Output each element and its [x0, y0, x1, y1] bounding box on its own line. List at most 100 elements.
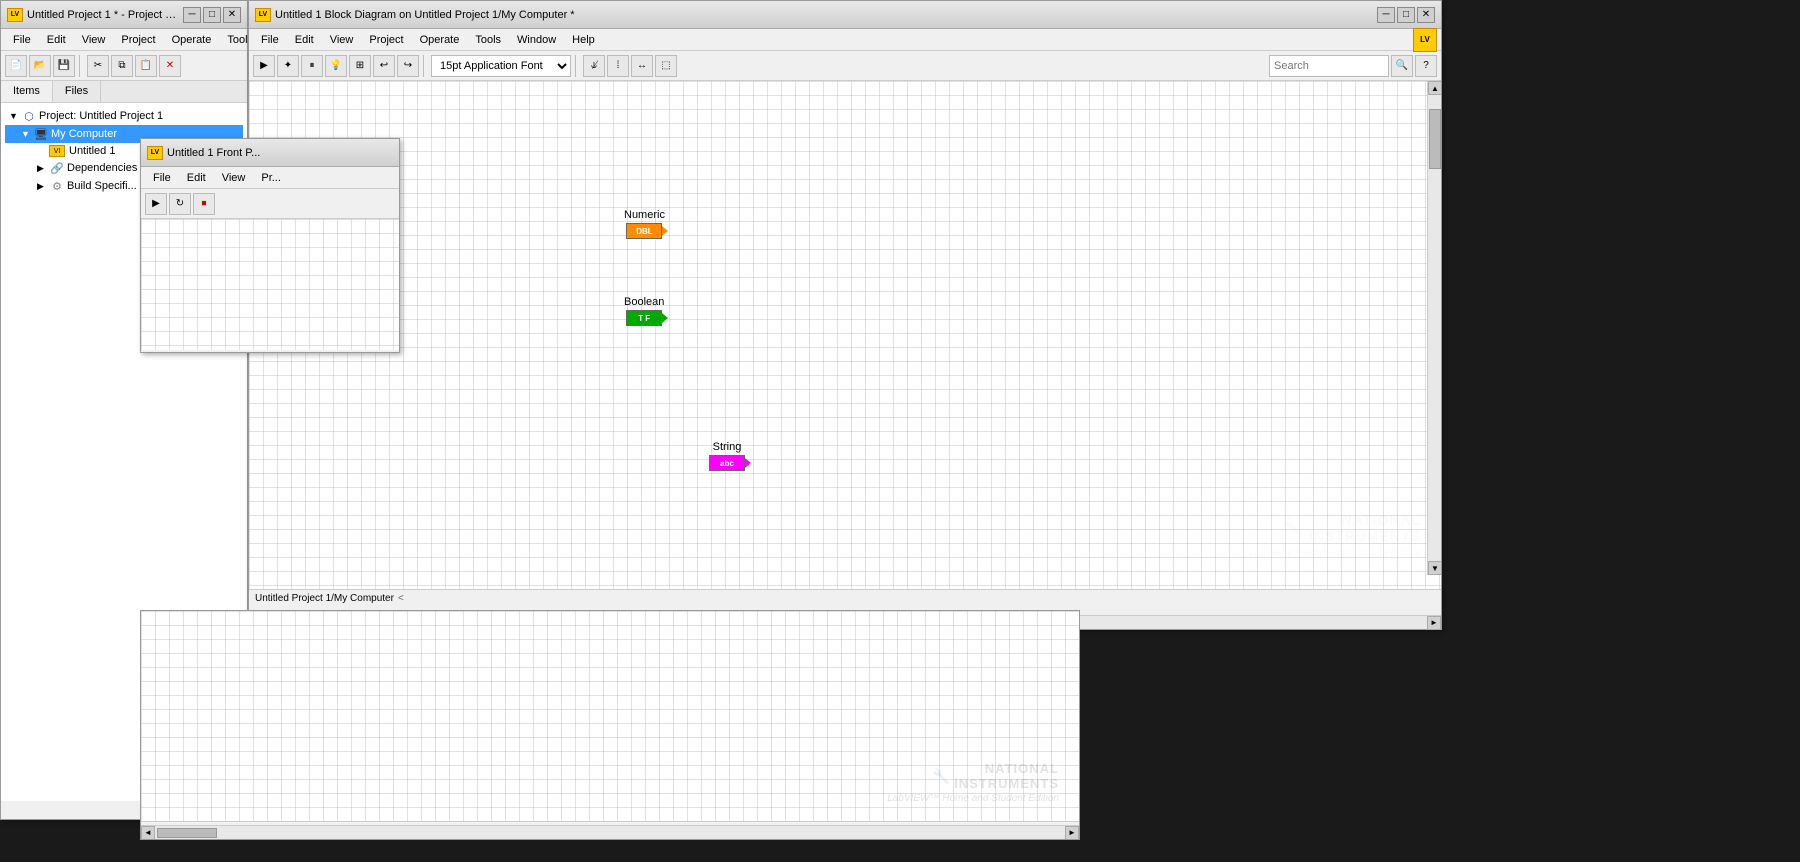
- menu-project[interactable]: Project: [113, 32, 163, 48]
- deps-icon: 🔗: [49, 161, 65, 175]
- block-diagram-canvas[interactable]: Numeric DBL Boolean T F: [249, 81, 1441, 589]
- tab-files[interactable]: Files: [53, 81, 101, 102]
- close-button[interactable]: ✕: [223, 7, 241, 23]
- fp-title: Untitled 1 Front P...: [167, 147, 393, 159]
- bottom-scroll-left[interactable]: ◄: [141, 826, 155, 840]
- numeric-terminal-text: DBL: [636, 227, 652, 236]
- fp-menu-pr[interactable]: Pr...: [253, 170, 289, 186]
- tab-items[interactable]: Items: [1, 81, 53, 102]
- bd-separator-2: [575, 55, 579, 77]
- help-btn[interactable]: ?: [1415, 55, 1437, 77]
- bd-menu-tools[interactable]: Tools: [467, 32, 509, 48]
- fp-menu-view[interactable]: View: [214, 170, 254, 186]
- cut-btn[interactable]: ✂: [87, 55, 109, 77]
- bd-menu-window[interactable]: Window: [509, 32, 564, 48]
- fp-menubar: File Edit View Pr...: [141, 167, 399, 189]
- bottom-statusbar: Untitled Project 1/My Computer < ◄ ►: [141, 821, 1079, 839]
- bd-menu-project[interactable]: Project: [361, 32, 411, 48]
- run-arrow-btn[interactable]: ▶: [253, 55, 275, 77]
- toolbar-separator-1: [79, 55, 83, 77]
- maximize-button[interactable]: □: [203, 7, 221, 23]
- numeric-terminal[interactable]: DBL: [626, 223, 662, 239]
- ni-line3: LabVIEW™ Home and Student Edition: [1249, 548, 1421, 559]
- bd-menu-edit[interactable]: Edit: [287, 32, 322, 48]
- boolean-label: Boolean: [624, 296, 664, 308]
- bottom-ni-line3: LabVIEW™ Home and Student Edition: [887, 793, 1059, 804]
- bd-close-btn[interactable]: ✕: [1417, 7, 1435, 23]
- menu-operate[interactable]: Operate: [164, 32, 220, 48]
- block-diagram-titlebar: LV Untitled 1 Block Diagram on Untitled …: [249, 1, 1441, 29]
- numeric-label: Numeric: [624, 209, 665, 221]
- fp-canvas[interactable]: [141, 219, 399, 350]
- string-block[interactable]: String abc: [709, 441, 745, 471]
- run-light-btn[interactable]: 💡: [325, 55, 347, 77]
- search-input[interactable]: [1269, 55, 1389, 77]
- block-diagram-menubar: File Edit View Project Operate Tools Win…: [249, 29, 1441, 51]
- bottom-scrollthumb[interactable]: [157, 828, 217, 838]
- bottom-vi-panel: 🔧 NATIONAL INSTRUMENTS LabVIEW™ Home and…: [140, 610, 1080, 840]
- tree-arrow-deps: ▶: [37, 163, 49, 174]
- vertical-scrollbar[interactable]: ▲ ▼: [1427, 81, 1441, 575]
- distribute-btn[interactable]: ⁞: [607, 55, 629, 77]
- tree-root[interactable]: ▼ ⬡ Project: Untitled Project 1: [5, 107, 243, 125]
- bottom-scrollbar-h[interactable]: ◄ ►: [141, 825, 1079, 839]
- paste-btn[interactable]: 📋: [135, 55, 157, 77]
- block-diagram-toolbar: ▶ ✦ ⏸ 💡 ⊞ ↩ ↪ 15pt Application Font ⫝̸ ⁞…: [249, 51, 1441, 81]
- bottom-canvas[interactable]: 🔧 NATIONAL INSTRUMENTS LabVIEW™ Home and…: [141, 611, 1079, 839]
- ni-line2: INSTRUMENTS: [1309, 528, 1421, 544]
- font-selector[interactable]: 15pt Application Font: [431, 55, 571, 77]
- run-fwd-btn[interactable]: ↪: [397, 55, 419, 77]
- fp-run-btn[interactable]: ▶: [145, 193, 167, 215]
- run-ctxt-btn[interactable]: ↩: [373, 55, 395, 77]
- run-highlight-btn[interactable]: ✦: [277, 55, 299, 77]
- block-diagram-window: LV Untitled 1 Block Diagram on Untitled …: [248, 0, 1442, 630]
- menu-file[interactable]: File: [5, 32, 39, 48]
- bd-menu-view[interactable]: View: [322, 32, 362, 48]
- new-btn[interactable]: 📄: [5, 55, 27, 77]
- resize-btn[interactable]: ↔: [631, 55, 653, 77]
- fp-run-cont-btn[interactable]: ↻: [169, 193, 191, 215]
- menu-view[interactable]: View: [74, 32, 114, 48]
- copy-btn[interactable]: ⧉: [111, 55, 133, 77]
- fp-menu-edit[interactable]: Edit: [179, 170, 214, 186]
- fp-abort-btn[interactable]: ⏹: [193, 193, 215, 215]
- run-fp-btn[interactable]: ⊞: [349, 55, 371, 77]
- my-computer-label: My Computer: [51, 128, 117, 140]
- bd-menu-operate[interactable]: Operate: [412, 32, 468, 48]
- boolean-block[interactable]: Boolean T F: [624, 296, 664, 326]
- save-btn[interactable]: 💾: [53, 55, 75, 77]
- bd-menu-help[interactable]: Help: [564, 32, 603, 48]
- bottom-grid: [141, 611, 1079, 839]
- string-terminal[interactable]: abc: [709, 455, 745, 471]
- tree-arrow-computer: ▼: [21, 129, 33, 139]
- search-btn[interactable]: 🔍: [1391, 55, 1413, 77]
- scroll-up-btn[interactable]: ▲: [1428, 81, 1441, 95]
- bd-maximize-btn[interactable]: □: [1397, 7, 1415, 23]
- untitled1-label: Untitled 1: [69, 145, 115, 157]
- fp-toolbar: ▶ ↻ ⏹: [141, 189, 399, 219]
- align-btn[interactable]: ⫝̸: [583, 55, 605, 77]
- boolean-terminal[interactable]: T F: [626, 310, 662, 326]
- delete-btn[interactable]: ✕: [159, 55, 181, 77]
- lv-logo-small: LV: [1413, 28, 1437, 52]
- bd-lv-icon: LV: [255, 8, 271, 22]
- tree-arrow-build: ▶: [37, 181, 49, 192]
- fp-menu-file[interactable]: File: [145, 170, 179, 186]
- scroll-thumb-v[interactable]: [1429, 109, 1441, 169]
- menu-edit[interactable]: Edit: [39, 32, 74, 48]
- lv-icon: LV: [7, 8, 23, 22]
- fp-lv-icon: LV: [147, 146, 163, 160]
- numeric-block[interactable]: Numeric DBL: [624, 209, 665, 239]
- minimize-button[interactable]: ─: [183, 7, 201, 23]
- bd-minimize-btn[interactable]: ─: [1377, 7, 1395, 23]
- bd-menu-file[interactable]: File: [253, 32, 287, 48]
- open-btn[interactable]: 📂: [29, 55, 51, 77]
- reorder-btn[interactable]: ⬚: [655, 55, 677, 77]
- bottom-scrolltrack: [155, 827, 1065, 839]
- scroll-down-btn[interactable]: ▼: [1428, 561, 1441, 575]
- run-step-into-btn[interactable]: ⏸: [301, 55, 323, 77]
- project-explorer-menubar: File Edit View Project Operate Tools Win…: [1, 29, 247, 51]
- bottom-scroll-right[interactable]: ►: [1065, 826, 1079, 840]
- explorer-tabs: Items Files: [1, 81, 247, 103]
- build-specs-label: Build Specifi...: [67, 180, 137, 192]
